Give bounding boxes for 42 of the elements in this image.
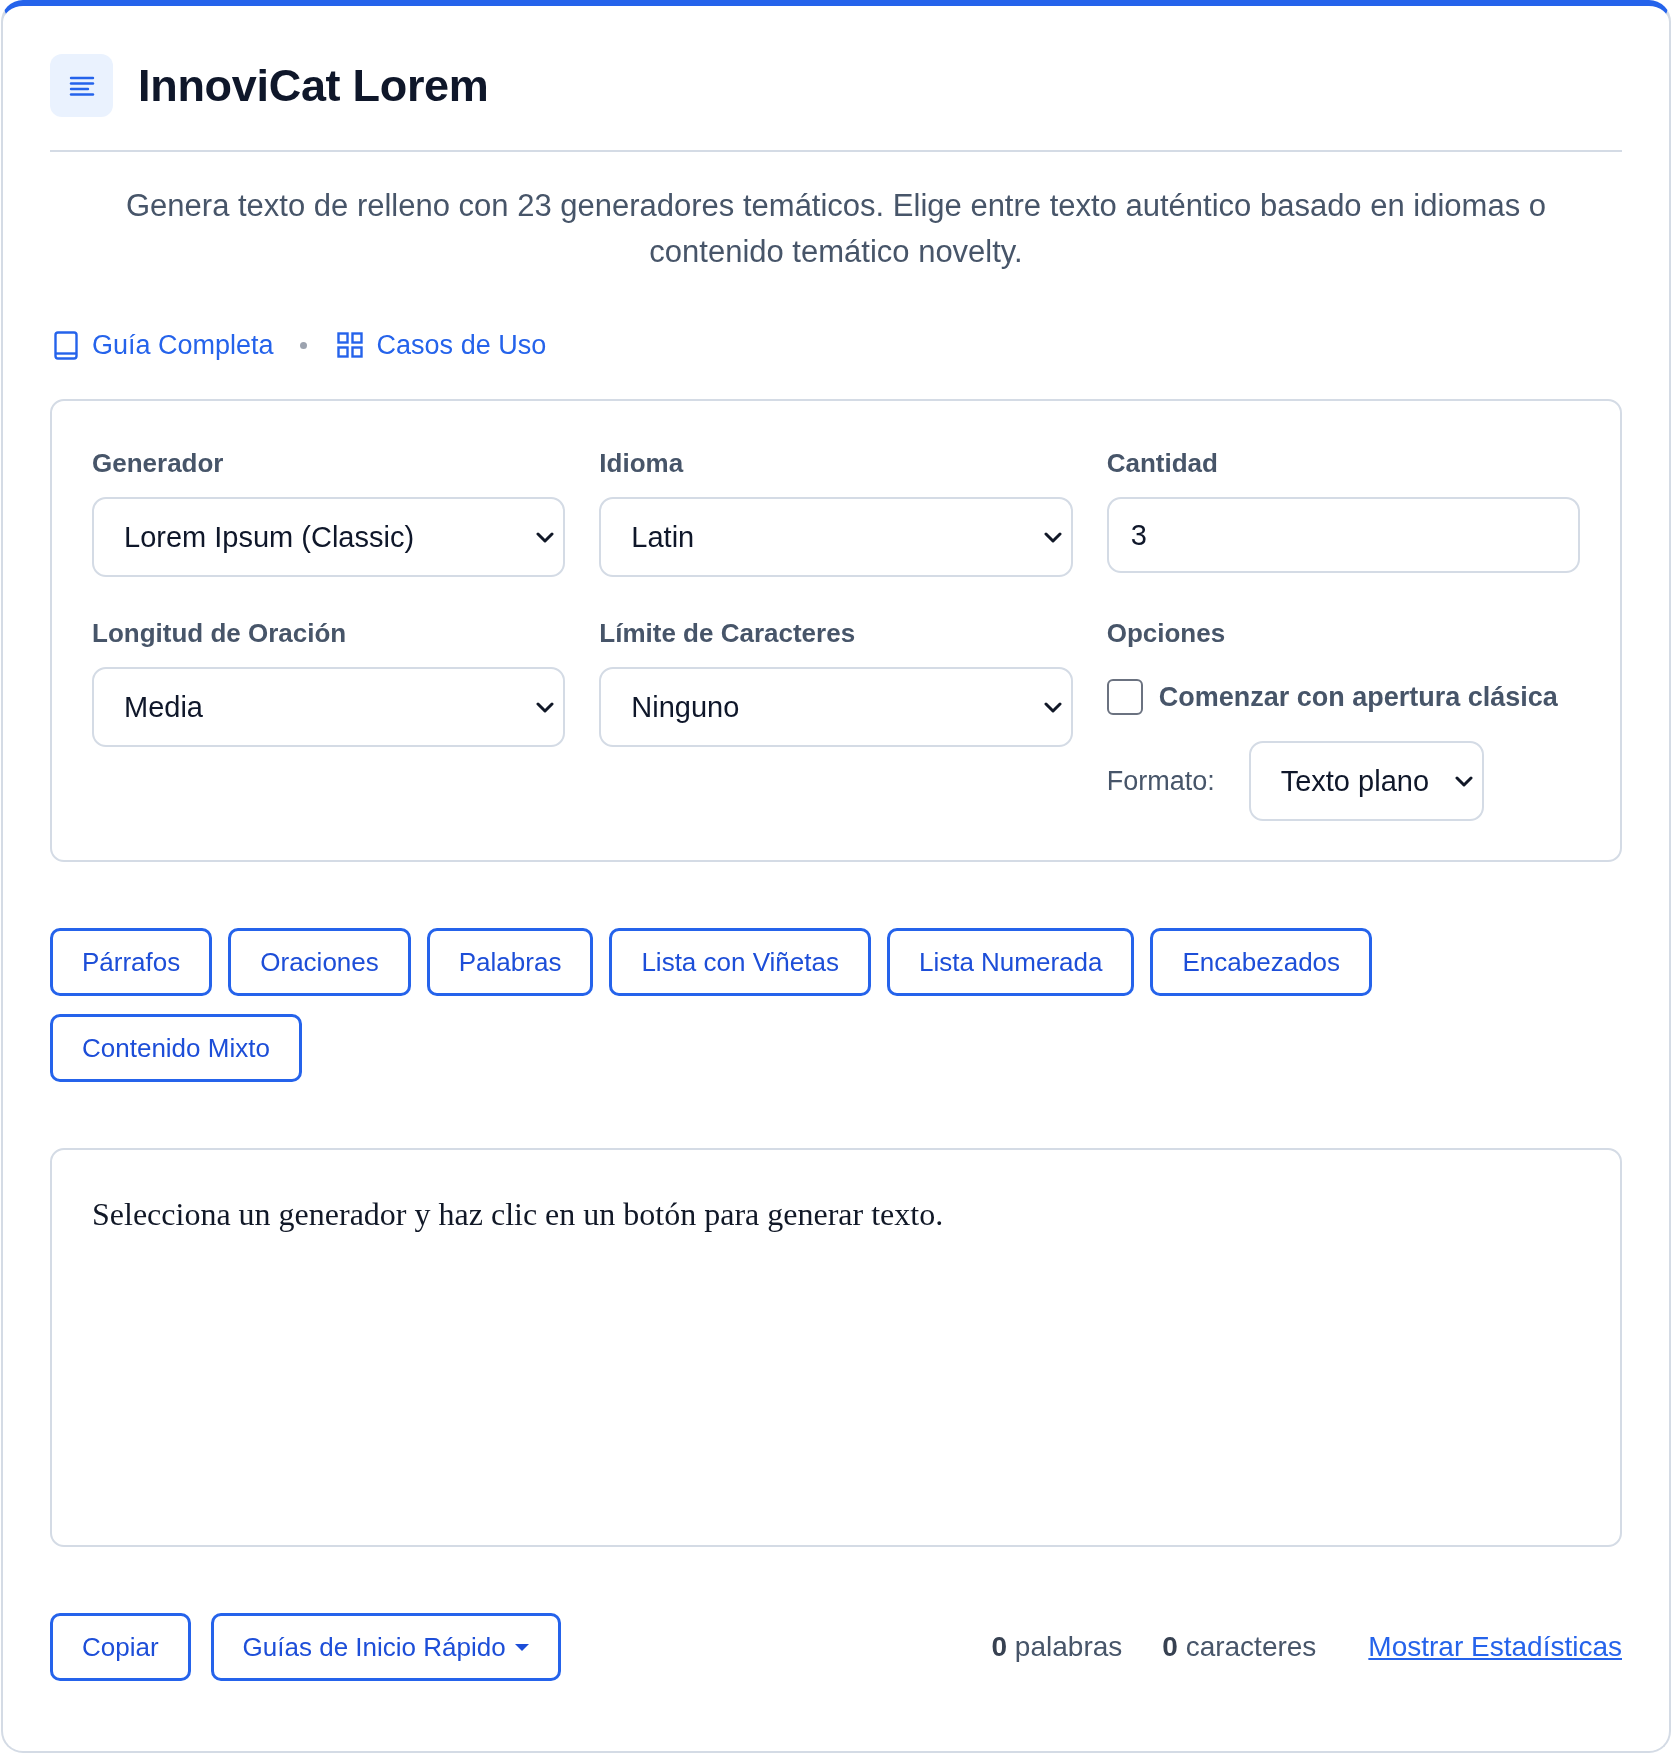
nav-link[interactable]: Casos de Uso — [332, 329, 547, 361]
separator-dot-icon — [299, 341, 307, 349]
format-label: Formato: — [1106, 765, 1215, 797]
output-text: Selecciona un generador y haz clic en un botón para generar texto. — [92, 1195, 944, 1234]
chevron-down-icon — [536, 531, 555, 543]
generate-button[interactable]: Encabezados — [1150, 928, 1373, 996]
select-dropdown[interactable]: Ninguno — [599, 667, 1073, 747]
stat-text: 0 palabras — [991, 1631, 1123, 1663]
field-label: Límite de Caracteres — [599, 617, 857, 650]
caret-down-icon — [514, 1643, 529, 1651]
chevron-down-icon — [1043, 531, 1062, 543]
field-label: Longitud de Oración — [92, 617, 348, 650]
generate-button[interactable]: Palabras — [426, 928, 594, 996]
app-title: InnoviCat Lorem — [138, 60, 489, 111]
chevron-down-icon — [1454, 775, 1473, 787]
generate-button[interactable]: Contenido Mixto — [50, 1014, 302, 1082]
field-label: Idioma — [599, 447, 685, 480]
grid-icon — [336, 332, 363, 358]
field-label: Cantidad — [1106, 447, 1219, 480]
generate-button[interactable]: Lista Numerada — [886, 928, 1135, 996]
field-label: Opciones — [1106, 617, 1227, 650]
number-input[interactable]: 3 — [1106, 497, 1580, 573]
format-select[interactable]: Texto plano — [1248, 741, 1484, 821]
generate-button[interactable]: Párrafos — [50, 928, 213, 996]
chevron-down-icon — [536, 701, 555, 713]
dropdown-button[interactable]: Guías de Inicio Rápido — [210, 1613, 561, 1681]
generate-button[interactable]: Lista con Viñetas — [609, 928, 871, 996]
checkbox-label: Comenzar con apertura clásica — [1158, 681, 1558, 713]
description-text: Genera texto de relleno con 23 generadores temáticos. Elige entre texto auténtico basado en idiomas o contenido temático novelty. — [125, 187, 1547, 271]
stats-link[interactable]: Mostrar Estadísticas — [1368, 1631, 1622, 1663]
field-label: Generador — [92, 447, 225, 480]
stat-text: 0 caracteres — [1162, 1631, 1317, 1663]
text-lines-icon — [50, 54, 113, 117]
nav-link[interactable]: Guía Completa — [50, 329, 274, 361]
book-icon — [54, 330, 78, 360]
generate-button[interactable]: Oraciones — [228, 928, 411, 996]
checkbox[interactable] — [1106, 679, 1143, 715]
select-dropdown[interactable]: Latin — [599, 497, 1073, 577]
copy-button[interactable]: Copiar — [50, 1613, 191, 1681]
chevron-down-icon — [1043, 701, 1062, 713]
select-dropdown[interactable]: Media — [92, 667, 566, 747]
select-dropdown[interactable]: Lorem Ipsum (Classic) — [92, 497, 566, 577]
